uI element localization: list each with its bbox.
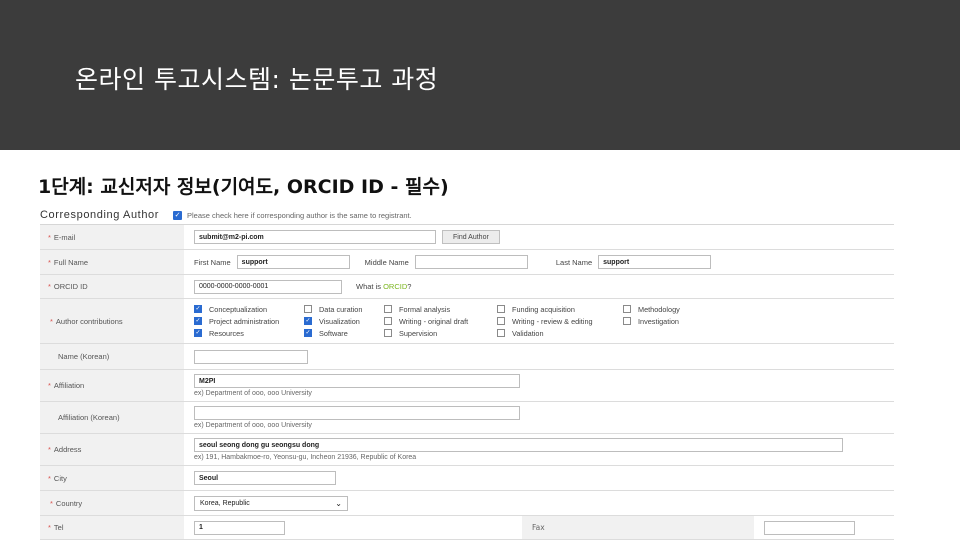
country-label: * Country xyxy=(40,491,184,515)
corresponding-author-label: Corresponding Author xyxy=(40,209,160,221)
contribution-option[interactable]: ✓ Visualization xyxy=(304,317,384,326)
contribution-label: Funding acquisition xyxy=(512,304,575,314)
checkbox-unchecked[interactable] xyxy=(384,317,392,325)
contribution-label: Visualization xyxy=(319,316,360,326)
contribution-label: Conceptualization xyxy=(209,304,268,314)
contribution-label: Data curation xyxy=(319,304,363,314)
last-name-field[interactable]: support xyxy=(598,255,712,269)
contributions-row: * Author contributions ✓ Conceptualization… xyxy=(40,299,894,344)
find-author-button[interactable]: Find Author xyxy=(442,230,500,244)
checkbox-unchecked[interactable] xyxy=(304,305,312,313)
tel-field[interactable]: 1 xyxy=(194,520,285,535)
checkbox-checked[interactable]: ✓ xyxy=(194,317,202,325)
orcid-link[interactable]: ORCID xyxy=(383,282,407,291)
fax-field[interactable] xyxy=(764,520,855,535)
middle-name-field[interactable] xyxy=(414,255,528,269)
corresponding-author-checkbox[interactable]: ✓ xyxy=(173,210,183,220)
last-name-label: Last Name xyxy=(555,257,593,267)
fax-label: Fax xyxy=(532,523,545,532)
contribution-option[interactable]: Data curation xyxy=(304,305,384,314)
contribution-label: Supervision xyxy=(399,328,438,338)
what-is-orcid: What is ORCID? xyxy=(356,282,412,291)
full-name-row: * Full Name First Name support Middle Nam… xyxy=(40,250,894,275)
contribution-label: Investigation xyxy=(638,316,679,326)
orcid-row: * ORCID ID 0000-0000-0000-0001 What is OR… xyxy=(40,275,894,299)
middle-name-label: Middle Name xyxy=(364,257,409,267)
fax-label-cell: Fax xyxy=(522,516,754,539)
tel-row: * Tel 1 Fax xyxy=(40,516,894,540)
contribution-option[interactable]: Writing - review & editing xyxy=(497,317,623,326)
contributions-label: * Author contributions xyxy=(40,299,184,343)
slide-title: 온라인 투고시스템: 논문투고 과정 xyxy=(75,65,439,94)
email-field[interactable]: submit@m2-pi.com xyxy=(194,230,436,244)
name-korean-field[interactable] xyxy=(194,349,308,364)
affiliation-korean-hint: ex) Department of ooo, ooo University xyxy=(194,422,312,429)
first-name-label: First Name xyxy=(194,257,231,267)
affiliation-label: * Affiliation xyxy=(40,370,184,401)
checkbox-checked[interactable]: ✓ xyxy=(194,329,202,337)
name-korean-row: Name (Korean) xyxy=(40,344,894,370)
contribution-label: Project administration xyxy=(209,316,280,326)
affiliation-korean-field[interactable] xyxy=(194,406,520,420)
chevron-down-icon: ⌄ xyxy=(335,498,342,508)
checkbox-unchecked[interactable] xyxy=(497,329,505,337)
contribution-option[interactable]: Supervision xyxy=(384,329,497,338)
checkbox-unchecked[interactable] xyxy=(384,329,392,337)
address-field[interactable]: seoul seong dong gu seongsu dong xyxy=(194,438,843,452)
orcid-field[interactable]: 0000-0000-0000-0001 xyxy=(194,279,342,294)
address-row: * Address seoul seong dong gu seongsu don… xyxy=(40,434,894,466)
contribution-option[interactable]: ✓ Resources xyxy=(194,329,304,338)
contribution-option[interactable]: ✓ Software xyxy=(304,329,384,338)
contribution-label: Validation xyxy=(512,328,544,338)
first-name-field[interactable]: support xyxy=(236,255,350,269)
contribution-label: Writing - original draft xyxy=(399,316,469,326)
checkbox-unchecked[interactable] xyxy=(623,317,631,325)
orcid-label: * ORCID ID xyxy=(40,275,184,298)
contribution-label: Formal analysis xyxy=(399,304,451,314)
checkbox-checked[interactable]: ✓ xyxy=(304,329,312,337)
step-title: 1단계: 교신저자 정보(기여도, ORCID ID - 필수) xyxy=(38,176,449,198)
city-row: * City Seoul xyxy=(40,466,894,491)
contribution-option[interactable]: ✓ Conceptualization xyxy=(194,305,304,314)
checkbox-checked[interactable]: ✓ xyxy=(194,305,202,313)
affiliation-korean-label: Affiliation (Korean) xyxy=(40,402,184,433)
contribution-option[interactable]: Writing - original draft xyxy=(384,317,497,326)
contribution-label: Methodology xyxy=(638,304,680,314)
checkbox-checked[interactable]: ✓ xyxy=(304,317,312,325)
author-form: * E-mail submit@m2-pi.com Find Author * Fu… xyxy=(40,224,894,540)
contribution-label: Software xyxy=(319,328,348,338)
slide-header-band: 온라인 투고시스템: 논문투고 과정 xyxy=(0,0,960,150)
country-selected-value: Korea, Republic xyxy=(200,499,250,507)
full-name-label: * Full Name xyxy=(40,250,184,274)
contribution-option[interactable]: Validation xyxy=(497,329,623,338)
address-hint: ex) 191, Hambakmoe-ro, Yeonsu-gu, Incheo… xyxy=(194,454,417,461)
affiliation-korean-row: Affiliation (Korean) ex) Department of o… xyxy=(40,402,894,434)
contribution-option[interactable]: ✓ Project administration xyxy=(194,317,304,326)
contribution-option[interactable]: Investigation xyxy=(623,317,713,326)
city-label: * City xyxy=(40,466,184,490)
checkbox-unchecked[interactable] xyxy=(497,317,505,325)
contributions-checkbox-group: ✓ Conceptualization Data curation Formal an… xyxy=(194,299,894,344)
corresponding-author-row: Corresponding Author ✓ Please check here… xyxy=(40,208,412,222)
country-row: * Country Korea, Republic ⌄ xyxy=(40,491,894,516)
checkbox-unchecked[interactable] xyxy=(497,305,505,313)
corresponding-author-note: Please check here if corresponding autho… xyxy=(187,210,412,220)
checkbox-unchecked[interactable] xyxy=(384,305,392,313)
address-label: * Address xyxy=(40,434,184,465)
country-select[interactable]: Korea, Republic ⌄ xyxy=(194,495,348,511)
affiliation-field[interactable]: M2PI xyxy=(194,374,520,388)
contribution-label: Resources xyxy=(209,328,244,338)
checkbox-unchecked[interactable] xyxy=(623,305,631,313)
name-korean-label: Name (Korean) xyxy=(40,344,184,369)
affiliation-row: * Affiliation M2PI ex) Department of ooo,… xyxy=(40,370,894,402)
email-row: * E-mail submit@m2-pi.com Find Author xyxy=(40,225,894,250)
tel-label: * Tel xyxy=(40,516,184,539)
contribution-label: Writing - review & editing xyxy=(512,316,593,326)
contribution-option[interactable]: Methodology xyxy=(623,305,713,314)
contribution-option[interactable]: Formal analysis xyxy=(384,305,497,314)
contribution-option[interactable]: Funding acquisition xyxy=(497,305,623,314)
city-field[interactable]: Seoul xyxy=(194,471,336,485)
affiliation-hint: ex) Department of ooo, ooo University xyxy=(194,390,312,397)
email-label: * E-mail xyxy=(40,225,184,249)
